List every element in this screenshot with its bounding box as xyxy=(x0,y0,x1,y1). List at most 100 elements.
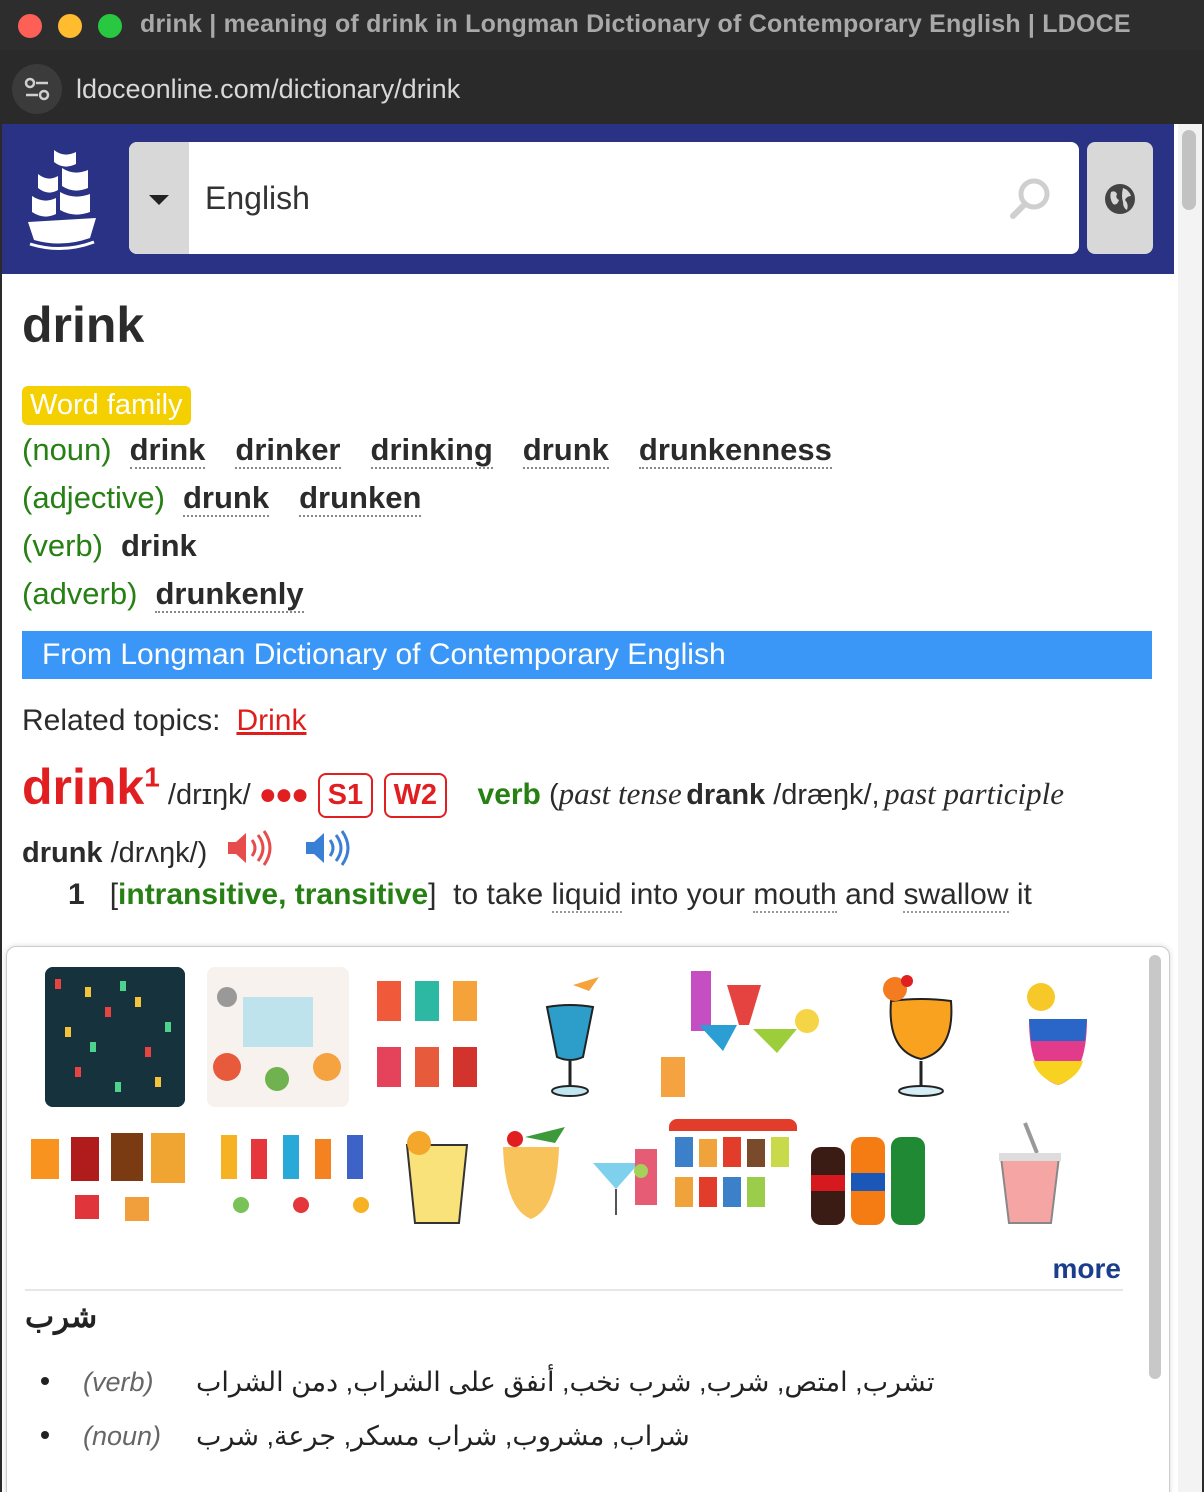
related-topics: Related topics: Drink xyxy=(22,704,306,738)
wf-word: drink xyxy=(120,528,197,563)
past-participle-form: drunk xyxy=(22,837,103,869)
word-family-row-verb: (verb) drink xyxy=(22,528,209,564)
drink-image-thumbnail[interactable] xyxy=(851,967,991,1107)
sense-1: 1 [intransitive, transitive] to take liq… xyxy=(68,878,1032,913)
drink-image-thumbnail[interactable] xyxy=(371,967,483,1107)
bullet-icon xyxy=(41,1431,49,1439)
browser-window: drink | meaning of drink in Longman Dict… xyxy=(0,0,1204,1492)
globe-icon xyxy=(1105,184,1135,214)
definition-link[interactable]: swallow xyxy=(903,878,1009,913)
translation-text: تشرب, امتص, شرب, شرب نخب, أنفق على الشرا… xyxy=(196,1367,935,1397)
wf-word-link[interactable]: drunkenness xyxy=(638,432,832,469)
maximize-window-button[interactable] xyxy=(98,14,122,38)
wf-word-link[interactable]: drunkenly xyxy=(155,576,304,613)
close-window-button[interactable] xyxy=(18,14,42,38)
past-participle-label: past participle xyxy=(884,776,1065,811)
address-bar: ldoceonline.com/dictionary/drink xyxy=(0,56,1204,122)
drink-image-thumbnail[interactable] xyxy=(579,1119,669,1225)
popup-scrollbar[interactable] xyxy=(1149,955,1161,1379)
entry-headword: drink1 xyxy=(22,759,160,815)
language-button[interactable] xyxy=(1087,142,1153,254)
definition-text: and xyxy=(836,878,904,911)
translation-pos: (verb) xyxy=(83,1367,154,1397)
wf-word-link[interactable]: drink xyxy=(129,432,206,469)
search-icon[interactable] xyxy=(1007,174,1055,222)
drink-image-thumbnail[interactable] xyxy=(393,1119,481,1225)
sense-number: 1 xyxy=(68,878,85,911)
translation-title: شرب xyxy=(25,1299,98,1334)
drink-image-thumbnail[interactable] xyxy=(803,1119,933,1225)
drinks-clipart-image-icon xyxy=(669,1119,797,1207)
related-topics-label: Related topics: xyxy=(22,704,221,737)
entry-head-line: drink1 /drɪŋk/ ●●● S1 W2 verb (past tens… xyxy=(22,758,1064,818)
forms-open: ( xyxy=(540,779,559,811)
part-of-speech: verb xyxy=(477,778,541,811)
drink-image-thumbnail[interactable] xyxy=(45,967,185,1107)
url-field[interactable]: ldoceonline.com/dictionary/drink xyxy=(76,74,460,105)
pronunciation: /drɪŋk/ xyxy=(159,779,259,811)
rainbow-drink-image-icon xyxy=(1027,983,1087,1085)
source-banner: From Longman Dictionary of Contemporary … xyxy=(22,631,1152,679)
wf-pos: (noun) xyxy=(22,432,112,467)
drink-image-thumbnail[interactable] xyxy=(1013,967,1103,1107)
more-images-link[interactable]: more xyxy=(1053,1253,1121,1285)
word-family-row-adverb: (adverb) drunkenly xyxy=(22,576,316,613)
soda-cup-image-icon xyxy=(999,1122,1061,1224)
entry-forms-line: drunk /drʌŋk/) xyxy=(22,828,356,870)
translation-text: شراب, مشروب, شراب مسكر, جرعة, شرب xyxy=(196,1421,690,1451)
dictionary-select-dropdown[interactable] xyxy=(129,142,189,254)
title-bar: drink | meaning of drink in Longman Dict… xyxy=(0,0,1204,50)
bullet-icon xyxy=(41,1377,49,1385)
written-frequency-badge[interactable]: W2 xyxy=(383,773,448,818)
drink-image-thumbnail[interactable] xyxy=(207,967,349,1107)
related-topic-link[interactable]: Drink xyxy=(236,704,306,737)
minimize-window-button[interactable] xyxy=(58,14,82,38)
collage-image-icon xyxy=(213,987,341,1091)
pattern-image-icon xyxy=(45,967,185,1107)
drink-image-thumbnail[interactable] xyxy=(485,1119,577,1225)
past-participle-pron: /drʌŋk/) xyxy=(102,837,208,869)
site-settings-button[interactable] xyxy=(12,64,62,114)
search-box xyxy=(129,142,1079,254)
glasses-image-icon xyxy=(377,981,477,1087)
word-family-row-noun: (noun) drink drinker drinking drunk drunkenne… xyxy=(22,432,844,469)
cocktail-glass-image-icon xyxy=(593,1149,657,1215)
definition-link[interactable]: liquid xyxy=(551,878,622,913)
past-tense-pron: /dræŋk/, xyxy=(765,779,880,811)
drink-image-thumbnail[interactable] xyxy=(25,1119,201,1225)
homograph-number: 1 xyxy=(144,761,160,793)
search-input[interactable] xyxy=(189,142,1009,254)
wf-word-link[interactable]: drunken xyxy=(299,480,422,517)
page-title: drink xyxy=(22,297,145,353)
site-header xyxy=(2,124,1174,274)
drink-image-thumbnail[interactable] xyxy=(985,1119,1075,1225)
american-audio-speaker-icon[interactable] xyxy=(304,828,356,868)
frequency-dots: ●●● xyxy=(258,778,309,811)
british-audio-speaker-icon[interactable] xyxy=(226,828,278,868)
tune-icon xyxy=(24,77,50,101)
wf-word-link[interactable]: drinker xyxy=(235,432,341,469)
drink-image-thumbnail[interactable] xyxy=(657,967,831,1107)
wf-word-link[interactable]: drunk xyxy=(522,432,609,469)
grammar-label: intransitive, transitive xyxy=(118,878,429,911)
drinks-set-image-icon xyxy=(31,1133,185,1221)
soda-bottles-image-icon xyxy=(811,1137,925,1225)
wf-pos: (adjective) xyxy=(22,480,165,515)
definition-text: it xyxy=(1008,878,1032,911)
wf-word-link[interactable]: drinking xyxy=(370,432,493,469)
longman-ship-logo-icon[interactable] xyxy=(24,144,100,252)
dictionary-popup: more شرب (verb) تشرب, امتص, شرب, شرب نخب… xyxy=(6,946,1170,1492)
definition-text: into your xyxy=(621,878,754,911)
wf-word-link[interactable]: drunk xyxy=(183,480,270,517)
cocktail-image-icon xyxy=(545,977,599,1097)
drink-image-thumbnail[interactable] xyxy=(503,967,637,1107)
tropical-drink-image-icon xyxy=(503,1127,565,1219)
drink-image-thumbnail[interactable] xyxy=(211,1119,387,1225)
drink-image-thumbnail[interactable] xyxy=(669,1119,797,1225)
scrollbar-thumb[interactable] xyxy=(1182,130,1196,210)
past-tense-label: past tense xyxy=(558,776,682,811)
divider xyxy=(25,1289,1123,1291)
spoken-frequency-badge[interactable]: S1 xyxy=(317,773,374,818)
page-scrollbar[interactable] xyxy=(1178,124,1202,1492)
definition-link[interactable]: mouth xyxy=(753,878,837,913)
